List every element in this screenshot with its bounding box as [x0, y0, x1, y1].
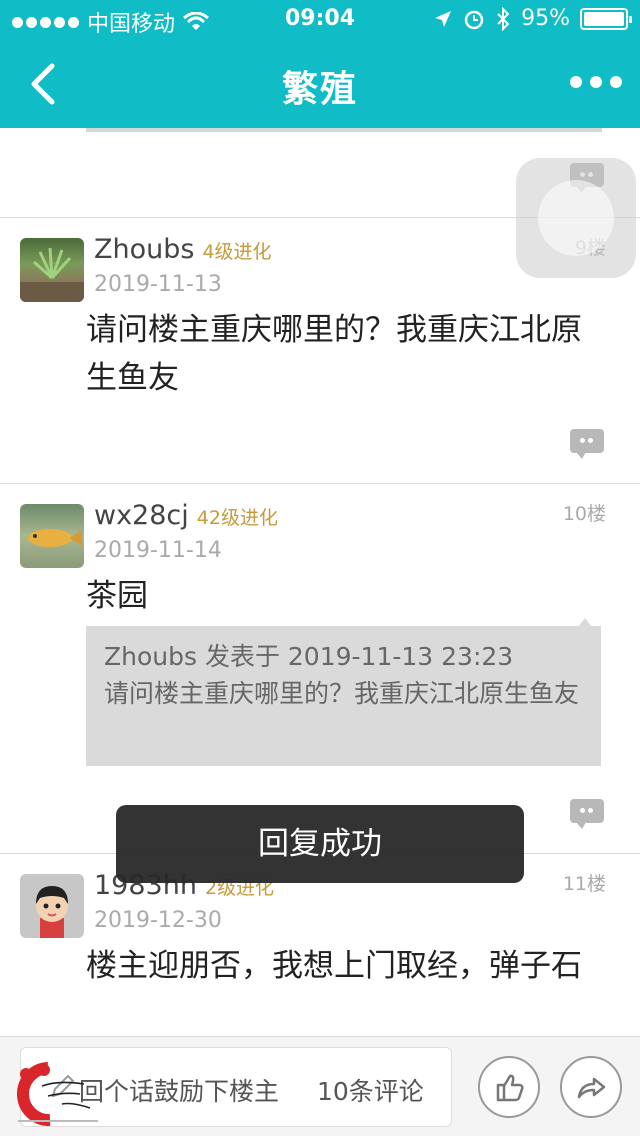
floor-number: 11楼: [562, 873, 606, 895]
assistive-touch-button[interactable]: [516, 158, 636, 278]
bluetooth-icon: [497, 6, 510, 31]
thumbs-up-icon: [496, 1074, 524, 1102]
comment-icon[interactable]: [570, 429, 604, 459]
quote-header: Zhoubs 发表于 2019-11-13 23:23: [104, 642, 514, 671]
post-date: 2019-11-13: [94, 272, 222, 297]
status-bar: 中国移动 09:04 95%: [0, 0, 640, 40]
avatar[interactable]: [20, 874, 84, 938]
status-right: 95%: [433, 6, 632, 31]
alarm-icon: [464, 10, 484, 29]
quote-text: 请问楼主重庆哪里的？我重庆江北原生鱼友: [104, 679, 580, 708]
share-button[interactable]: [560, 1056, 622, 1118]
toast-message: 回复成功: [116, 805, 524, 883]
header: 中国移动 09:04 95% 繁殖: [0, 0, 640, 128]
post-content: 楼主迎朋否，我想上门取经，弹子石: [86, 948, 582, 984]
page-title: 繁殖: [281, 69, 358, 110]
avatar[interactable]: [20, 504, 84, 568]
share-icon: [577, 1077, 606, 1099]
level-badge: 42级进化: [196, 507, 278, 529]
avatar[interactable]: [20, 238, 84, 302]
floor-number: 10楼: [562, 503, 606, 525]
quoted-reply: Zhoubs 发表于 2019-11-13 23:23 请问楼主重庆哪里的？我重…: [86, 618, 601, 766]
level-badge: 4级进化: [202, 241, 272, 263]
post-date: 2019-11-14: [94, 538, 222, 563]
username[interactable]: wx28cj 42级进化: [94, 500, 278, 531]
comment-icon[interactable]: [570, 799, 604, 829]
post-date: 2019-12-30: [94, 908, 222, 933]
location-icon: [435, 10, 452, 27]
more-icon[interactable]: [570, 76, 622, 88]
previous-quote-edge: [86, 128, 602, 132]
like-button[interactable]: [478, 1056, 540, 1118]
username[interactable]: Zhoubs 4级进化: [94, 234, 272, 265]
post-content: 请问楼主重庆哪里的？我重庆江北原生鱼友: [86, 312, 582, 396]
divider: [0, 483, 640, 484]
battery-label: 95%: [521, 6, 570, 31]
post-content: 茶园: [86, 578, 148, 614]
reply-placeholder: 回个话鼓励下楼主: [79, 1077, 280, 1106]
battery-icon: [580, 7, 632, 30]
comment-count[interactable]: 10条评论: [317, 1072, 424, 1108]
app-logo-watermark: [17, 1062, 98, 1126]
